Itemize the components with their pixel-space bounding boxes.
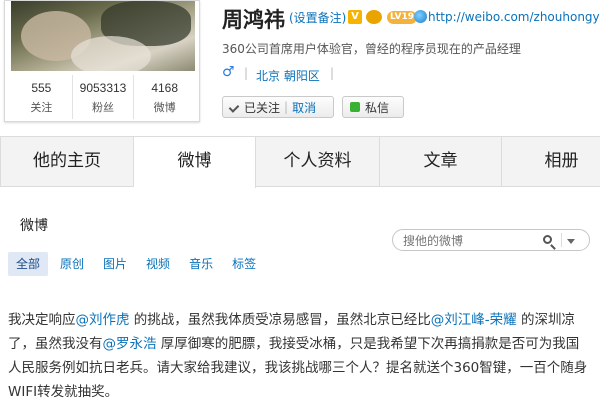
filter-original[interactable]: 原创 [60, 252, 84, 276]
check-icon [230, 102, 241, 113]
chevron-down-icon[interactable] [567, 239, 575, 244]
stats-row: 555 关注 9053313 粉丝 4168 微博 [11, 75, 195, 119]
feed-title: 微博 [20, 218, 48, 234]
message-icon [350, 102, 360, 112]
followed-label: 已关注 [244, 100, 281, 115]
profile-tabs: 他的主页 微博 个人资料 文章 相册 [0, 136, 600, 188]
globe-icon [414, 10, 427, 23]
post-text-part: 我决定响应 [8, 312, 76, 328]
tab-home[interactable]: 他的主页 [0, 137, 134, 187]
stat-label: 粉丝 [92, 101, 114, 114]
stat-label: 微博 [153, 101, 176, 114]
mention-link[interactable]: @刘作虎 [76, 312, 130, 328]
set-remark-link[interactable]: (设置备注) [289, 9, 346, 26]
daren-icon[interactable] [366, 10, 382, 24]
filter-all[interactable]: 全部 [8, 252, 49, 276]
message-button[interactable]: 私信 [342, 96, 404, 118]
search-icon[interactable] [543, 235, 552, 244]
mention-link[interactable]: @刘江峰-荣耀 [431, 312, 517, 328]
profile-bio: 360公司首席用户体验官，曾经的程序员现在的产品经理 [222, 42, 521, 56]
profile-name: 周鸿祎 [222, 8, 285, 32]
message-label: 私信 [365, 100, 390, 115]
stat-value: 555 [31, 81, 52, 95]
tab-weibo[interactable]: 微博 [134, 137, 256, 188]
stat-label: 关注 [30, 101, 53, 114]
post-text: 我决定响应@刘作虎 的挑战，虽然我体质受凉易感冒，虽然北京已经比@刘江峰-荣耀 … [8, 308, 592, 404]
tab-profile-info[interactable]: 个人资料 [256, 137, 380, 187]
divider: | [284, 100, 289, 114]
filter-images[interactable]: 图片 [103, 252, 127, 276]
filter-tags[interactable]: 标签 [232, 252, 256, 276]
stat-following[interactable]: 555 关注 [11, 75, 73, 119]
mention-link[interactable]: @罗永浩 [103, 336, 157, 352]
verified-icon[interactable]: V [348, 10, 362, 24]
divider [561, 233, 562, 247]
weibo-search-box [392, 229, 590, 251]
follow-status-box: 已关注 | 取消 [222, 96, 334, 118]
profile-url-link[interactable]: http://weibo.com/zhouhongyi [428, 10, 600, 24]
filter-music[interactable]: 音乐 [189, 252, 213, 276]
post-text-part: 的挑战，虽然我体质受凉易感冒，虽然北京已经比 [129, 312, 431, 328]
tab-articles[interactable]: 文章 [380, 137, 502, 187]
separator: | [244, 66, 249, 80]
avatar-card: 555 关注 9053313 粉丝 4168 微博 [4, 0, 200, 122]
level-badge[interactable]: LV19 [387, 11, 417, 24]
location-link[interactable]: 北京 朝阳区 [256, 67, 320, 84]
feed-filters: 全部 原创 图片 视频 音乐 标签 [8, 252, 275, 276]
separator: | [330, 66, 335, 80]
stat-value: 4168 [151, 81, 179, 95]
stat-followers[interactable]: 9053313 粉丝 [73, 75, 135, 119]
tab-album[interactable]: 相册 [502, 137, 600, 187]
avatar[interactable] [11, 1, 195, 71]
stat-posts[interactable]: 4168 微博 [134, 75, 195, 119]
unfollow-button[interactable]: 取消 [292, 99, 316, 116]
search-input[interactable] [403, 233, 543, 249]
stat-value: 9053313 [79, 81, 127, 95]
male-icon: ♂ [222, 64, 235, 80]
filter-videos[interactable]: 视频 [146, 252, 170, 276]
